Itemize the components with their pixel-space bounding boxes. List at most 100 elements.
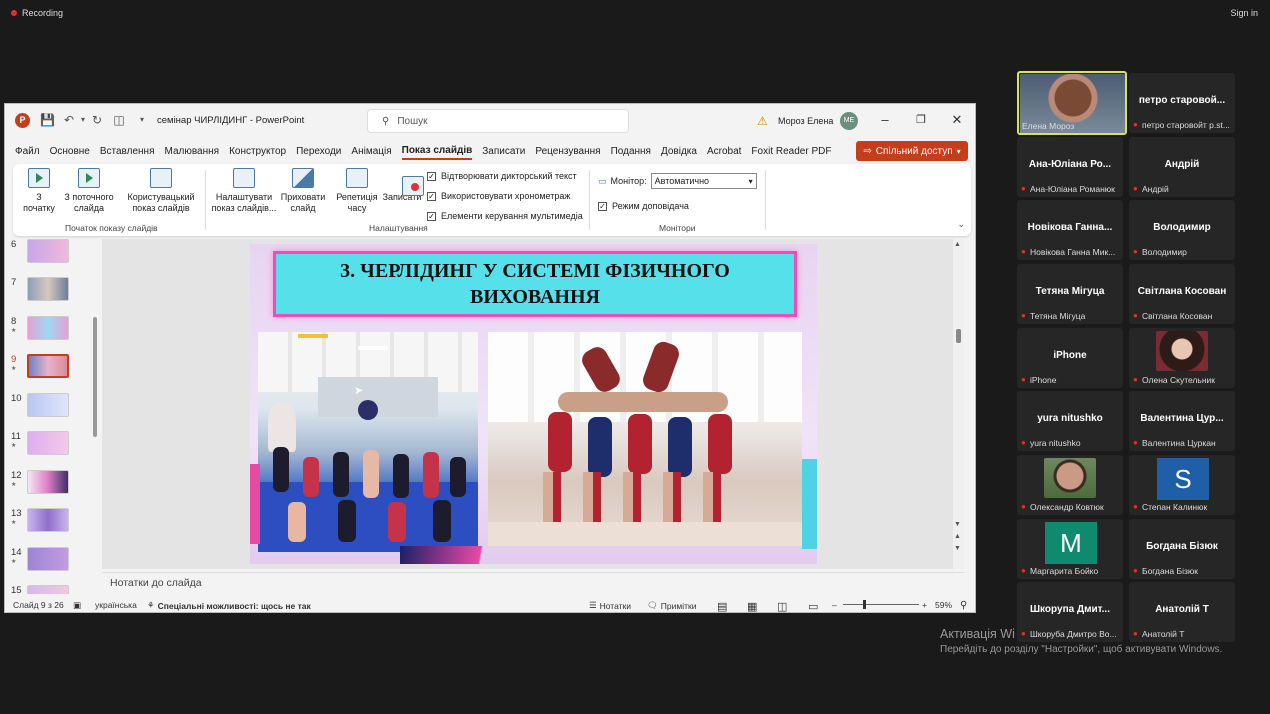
monitor-select[interactable]: Автоматично ▾ xyxy=(650,173,757,189)
thumbnail-slide-8[interactable]: 8 ★ xyxy=(11,316,69,340)
record-button[interactable]: Записати xyxy=(381,168,424,203)
slideshow-view-icon[interactable]: ▭ xyxy=(808,600,818,612)
tab-design[interactable]: Конструктор xyxy=(229,146,286,159)
zoom-slider[interactable] xyxy=(843,600,919,609)
collapse-ribbon-icon[interactable]: ⌄ xyxy=(957,219,965,230)
next-slide-icon[interactable]: ▼ xyxy=(954,545,961,552)
tab-transitions[interactable]: Переходи xyxy=(296,146,341,159)
participant-tile[interactable]: Валентина Цур... ● Валентина Цуркан xyxy=(1129,391,1235,451)
tab-slide-show[interactable]: Показ слайдів xyxy=(401,145,473,160)
participant-tile[interactable]: S ● Степан Калинюк xyxy=(1129,455,1235,515)
tab-foxit[interactable]: Foxit Reader PDF xyxy=(751,146,831,159)
reading-view-icon[interactable]: ◫ xyxy=(777,600,787,612)
previous-slide-icon[interactable]: ▲ xyxy=(954,533,961,540)
slide-title[interactable]: 3. ЧЕРЛІДИНГ У СИСТЕМІ ФІЗИЧНОГО ВИХОВАН… xyxy=(273,251,797,317)
setup-show-button[interactable]: Налаштувати показ слайдів... xyxy=(211,168,277,214)
zoom-level[interactable]: 59% xyxy=(935,600,952,610)
tab-home[interactable]: Основне xyxy=(50,146,90,159)
cheerleading-gym-photo[interactable]: ➤ xyxy=(258,332,478,552)
comments-button[interactable]: 🗨 Примітки xyxy=(647,600,696,611)
accessibility-status[interactable]: ⚘ Спеціальні можливості: щось не так xyxy=(147,600,311,611)
thumbnail-slide-10[interactable]: 10 xyxy=(11,393,69,417)
restore-icon[interactable]: ❐ xyxy=(913,112,929,128)
normal-view-icon[interactable]: ▤ xyxy=(717,600,727,612)
participant-tile[interactable]: Володимир ● Володимир xyxy=(1129,200,1235,260)
zoom-out-icon[interactable]: – xyxy=(832,600,837,610)
spellcheck-icon[interactable]: ▣ xyxy=(73,600,81,611)
save-icon[interactable]: 💾 xyxy=(40,113,55,127)
custom-show-button[interactable]: Користувацький показ слайдів xyxy=(125,168,197,214)
slide-scroll-thumb[interactable] xyxy=(956,329,961,343)
thumbnail-slide-11[interactable]: 11 ★ xyxy=(11,431,69,455)
tab-acrobat[interactable]: Acrobat xyxy=(707,146,741,159)
thumbnail-slide-9[interactable]: 9 ★ xyxy=(11,354,69,378)
thumbnail-slide-7[interactable]: 7 xyxy=(11,277,69,301)
customize-toolbar-icon[interactable]: ▾ xyxy=(135,113,149,127)
cheerleading-stunt-photo[interactable] xyxy=(488,332,802,546)
tab-help[interactable]: Довідка xyxy=(661,146,697,159)
participant-tile[interactable]: Анатолій Т ● Анатолій Т xyxy=(1129,582,1235,642)
undo-dropdown-icon[interactable]: ▾ xyxy=(76,113,90,127)
from-beginning-button[interactable]: З початку xyxy=(21,168,57,214)
thumbnail-slide-13[interactable]: 13 ★ xyxy=(11,508,69,532)
undo-icon[interactable]: ↶ xyxy=(62,113,76,127)
tab-record[interactable]: Записати xyxy=(482,146,525,159)
participant-tile[interactable]: ● Олена Скутельник xyxy=(1129,328,1235,388)
thumbnails-scroll-thumb[interactable] xyxy=(93,317,97,437)
participant-tile[interactable]: Тетяна Мігуца ● Тетяна Мігуца xyxy=(1017,264,1123,324)
presenter-view-checkbox[interactable]: ✓ Режим доповідача xyxy=(598,201,689,211)
zoom-in-icon[interactable]: + xyxy=(922,600,927,610)
fit-slide-icon[interactable]: ⚲ xyxy=(960,600,967,611)
notes-button[interactable]: ☰ Нотатки xyxy=(589,600,631,611)
slide-scrollbar[interactable]: ▲ ▼ ▲ ▼ xyxy=(953,239,964,569)
hide-slide-button[interactable]: Приховати слайд xyxy=(279,168,327,214)
participant-tile[interactable]: Новікова Ганна... ● Новікова Ганна Мик... xyxy=(1017,200,1123,260)
play-narration-checkbox[interactable]: ✓ Відтворювати дикторський текст xyxy=(427,171,577,181)
record-icon xyxy=(402,176,424,196)
slide-sorter-icon[interactable]: ▦ xyxy=(747,600,757,612)
search-box[interactable]: ⚲ Пошук xyxy=(367,109,629,133)
participant-label: ● iPhone xyxy=(1021,375,1057,385)
participant-tile[interactable]: петро старовой... ● петро старовойт p.st.… xyxy=(1129,73,1235,133)
participant-tile[interactable]: iPhone ● iPhone xyxy=(1017,328,1123,388)
thumbnail-slide-6[interactable]: 6 xyxy=(11,239,69,263)
scroll-up-icon[interactable]: ▲ xyxy=(954,241,961,248)
tab-review[interactable]: Рецензування xyxy=(535,146,600,159)
notes-pane[interactable]: Нотатки до слайда xyxy=(102,572,964,594)
tab-view[interactable]: Подання xyxy=(611,146,651,159)
participant-tile[interactable]: M ● Маргарита Бойко xyxy=(1017,519,1123,579)
language-indicator[interactable]: українська xyxy=(95,600,137,610)
current-slide[interactable]: 3. ЧЕРЛІДИНГ У СИСТЕМІ ФІЗИЧНОГО ВИХОВАН… xyxy=(250,244,817,564)
tab-file[interactable]: Файл xyxy=(15,146,40,159)
participant-tile[interactable]: Андрій ● Андрій xyxy=(1129,137,1235,197)
participant-tile[interactable]: Елена Мороз xyxy=(1017,71,1127,135)
redo-icon[interactable]: ↻ xyxy=(90,113,104,127)
tab-insert[interactable]: Вставлення xyxy=(100,146,155,159)
participant-tile[interactable]: Ана-Юліана Ро... ● Ана-Юліана Романюк xyxy=(1017,137,1123,197)
tab-draw[interactable]: Малювання xyxy=(165,146,220,159)
user-name[interactable]: Мороз Елена xyxy=(778,116,833,126)
share-button[interactable]: ⇨ Спільний доступ ▾ xyxy=(856,141,968,161)
user-avatar[interactable]: МЕ xyxy=(840,112,858,130)
from-current-button[interactable]: З поточного слайда xyxy=(61,168,117,214)
thumbnail-slide-15[interactable]: 15 xyxy=(11,585,69,594)
participant-tile[interactable]: Шкорупа Дмит... ● Шкоруба Дмитро Во... xyxy=(1017,582,1123,642)
participant-tile[interactable]: Світлана Косован ● Світлана Косован xyxy=(1129,264,1235,324)
participant-tile[interactable]: ● Олександр Ковтюк xyxy=(1017,455,1123,515)
thumbnail-slide-12[interactable]: 12 ★ xyxy=(11,470,69,494)
warning-icon[interactable]: ⚠ xyxy=(757,114,768,128)
present-icon[interactable]: ◫ xyxy=(112,113,126,127)
participant-tile[interactable]: yura nitushko ● yura nitushko xyxy=(1017,391,1123,451)
minimize-icon[interactable]: – xyxy=(877,112,893,128)
close-icon[interactable]: ✕ xyxy=(949,112,965,128)
media-controls-checkbox[interactable]: ✓ Елементи керування мультимедіа xyxy=(427,211,583,221)
thumbnail-slide-14[interactable]: 14 ★ xyxy=(11,547,69,571)
rehearse-timings-button[interactable]: Репетиція часу xyxy=(335,168,379,214)
zoom-slider-knob[interactable] xyxy=(863,600,866,609)
scroll-down-icon[interactable]: ▼ xyxy=(954,521,961,528)
thumbnails-scrollbar[interactable] xyxy=(91,239,99,589)
sign-in-link[interactable]: Sign in xyxy=(1230,8,1258,18)
use-timings-checkbox[interactable]: ✓ Використовувати хронометраж xyxy=(427,191,570,201)
participant-tile[interactable]: Богдана Бізюк ● Богдана Бізюк xyxy=(1129,519,1235,579)
tab-animations[interactable]: Анімація xyxy=(351,146,391,159)
